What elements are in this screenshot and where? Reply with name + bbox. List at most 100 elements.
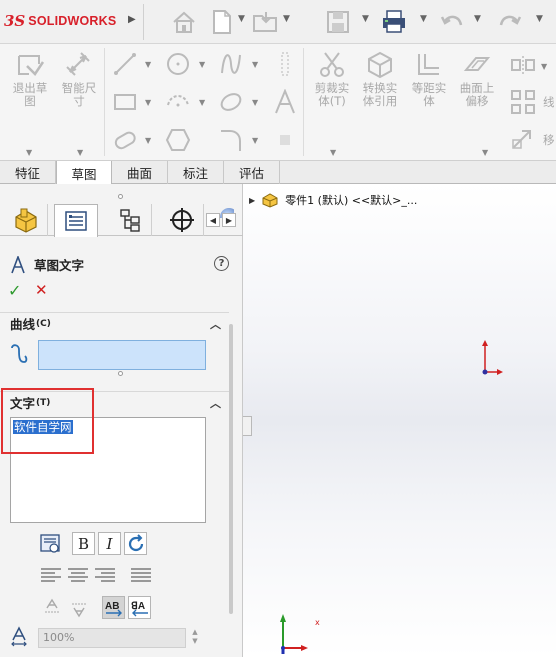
flip-vertical-down-button[interactable] [67, 596, 90, 619]
exit-sketch-button[interactable]: 退出草 图 [8, 50, 52, 108]
offset-surface-dropdown-icon[interactable]: ▼ [482, 148, 488, 157]
save-dropdown-icon[interactable]: ▼ [362, 14, 369, 24]
configuration-manager-tab[interactable] [108, 204, 152, 236]
italic-button[interactable]: I [98, 532, 121, 555]
graphics-area[interactable]: ▶ 零件1 (默认) <<默认>_... x [243, 184, 556, 657]
offset-on-surface-button[interactable]: 曲面上 偏移 [454, 50, 500, 108]
link-to-property-button[interactable] [38, 532, 61, 555]
align-left-button[interactable] [41, 566, 61, 584]
arc-icon[interactable] [163, 88, 193, 116]
tab-surfaces[interactable]: 曲面 [112, 161, 168, 184]
redo-dropdown-icon[interactable]: ▼ [536, 14, 543, 24]
fillet-icon[interactable] [216, 126, 246, 154]
list-resize-handle[interactable] [118, 371, 123, 376]
undo-icon[interactable] [436, 6, 468, 38]
circle-icon[interactable] [163, 50, 193, 78]
move-entities-icon[interactable] [508, 124, 538, 152]
ds-logo-icon: 3S [4, 12, 26, 30]
rotate-button[interactable] [124, 532, 147, 555]
curves-group-header[interactable]: 曲线 (C) ︿ [0, 312, 229, 334]
trim-dropdown-icon[interactable]: ▼ [330, 148, 336, 157]
fillet-dropdown-icon[interactable]: ▼ [252, 136, 258, 145]
redo-icon[interactable] [494, 6, 526, 38]
help-icon[interactable]: ? [214, 256, 229, 271]
tab-markup[interactable]: 标注 [168, 161, 224, 184]
command-manager-tabs: 特征 草图 曲面 标注 评估 [0, 161, 556, 185]
feature-tree-flyout[interactable]: ▶ 零件1 (默认) <<默认>_... [249, 192, 417, 208]
line-icon[interactable] [110, 50, 140, 78]
plane-icon[interactable] [270, 126, 300, 154]
trim-entities-button[interactable]: 剪裁实 体(T) [309, 50, 355, 108]
new-document-icon[interactable] [206, 6, 238, 38]
smart-dimension-button[interactable]: 智能尺 寸 [57, 50, 101, 108]
convert-entities-button[interactable]: 转换实 体引用 [357, 50, 403, 108]
linear-pattern-icon[interactable] [508, 88, 538, 116]
manager-tabs: ◀ ▶ [0, 204, 243, 237]
collapse-up-icon[interactable]: ︿ [210, 316, 221, 332]
print-dropdown-icon[interactable]: ▼ [420, 14, 427, 24]
ok-button[interactable]: ✓ [8, 281, 21, 300]
tab-scroll-left-icon[interactable]: ◀ [206, 213, 220, 227]
bold-button[interactable]: B [72, 532, 95, 555]
point-icon[interactable] [270, 50, 300, 78]
undo-dropdown-icon[interactable]: ▼ [474, 14, 481, 24]
sketch-origin-icon [482, 340, 503, 375]
width-factor-spinner[interactable]: ▲ ▼ [189, 628, 201, 648]
offset-label: 等距实 体 [411, 81, 447, 108]
solidworks-logo[interactable]: 3S SOLIDWORKS [4, 10, 116, 32]
line-dropdown-icon[interactable]: ▼ [145, 60, 151, 69]
save-icon[interactable] [322, 6, 354, 38]
rectangle-dropdown-icon[interactable]: ▼ [145, 98, 151, 107]
flip-horizontal-button[interactable]: AB [102, 596, 125, 619]
sketch-text-icon [11, 255, 25, 273]
slot-icon[interactable] [110, 126, 140, 154]
mirror-dropdown-icon[interactable]: ▼ [541, 62, 547, 71]
sketch-text-icon[interactable] [270, 88, 300, 116]
linear-pattern-label: 线 [543, 95, 555, 109]
exit-sketch-dropdown-icon[interactable]: ▼ [26, 148, 32, 157]
curves-group-title: 曲线 [10, 317, 36, 332]
align-right-button[interactable] [95, 566, 115, 584]
home-icon[interactable] [168, 6, 200, 38]
arc-dropdown-icon[interactable]: ▼ [199, 98, 205, 107]
print-icon[interactable] [378, 6, 410, 38]
ellipse-dropdown-icon[interactable]: ▼ [252, 98, 258, 107]
align-center-button[interactable] [68, 566, 88, 584]
panel-collapse-handle[interactable] [243, 416, 252, 436]
svg-text:ꓭA: ꓭA [131, 601, 145, 612]
panel-splitter[interactable] [118, 194, 123, 199]
spline-dropdown-icon[interactable]: ▼ [252, 60, 258, 69]
polygon-icon[interactable] [163, 126, 193, 154]
tab-scroll-right-icon[interactable]: ▶ [222, 213, 236, 227]
panel-scrollbar[interactable] [229, 324, 233, 614]
new-dropdown-icon[interactable]: ▼ [238, 14, 245, 24]
flip-horizontal-reverse-button[interactable]: ꓭA [128, 596, 151, 619]
curves-selection-box[interactable] [38, 340, 206, 370]
cancel-button[interactable]: ✕ [35, 281, 48, 299]
tab-sketch[interactable]: 草图 [56, 161, 112, 185]
flip-vertical-button[interactable] [40, 596, 63, 619]
collapse-up-icon[interactable]: ︿ [210, 395, 221, 411]
configuration-tree-icon [119, 209, 140, 232]
mirror-icon[interactable] [508, 52, 538, 80]
dimxpert-tab[interactable] [160, 204, 204, 236]
feature-manager-tab[interactable] [4, 204, 48, 236]
open-folder-icon[interactable] [250, 6, 282, 38]
property-manager-tab[interactable] [54, 204, 98, 237]
smart-dimension-dropdown-icon[interactable]: ▼ [77, 148, 83, 157]
width-factor-field[interactable]: 100% [38, 628, 186, 648]
circle-dropdown-icon[interactable]: ▼ [199, 60, 205, 69]
slot-dropdown-icon[interactable]: ▼ [145, 136, 151, 145]
open-dropdown-icon[interactable]: ▼ [283, 14, 290, 24]
rectangle-icon[interactable] [110, 88, 140, 116]
ribbon-divider [104, 48, 105, 156]
justify-button[interactable] [131, 566, 151, 584]
menu-expand-icon[interactable]: ▶ [128, 14, 136, 25]
spline-icon[interactable] [216, 50, 246, 78]
expand-icon[interactable]: ▶ [249, 196, 255, 205]
tab-label: 曲面 [126, 166, 152, 181]
tab-evaluate[interactable]: 评估 [224, 161, 280, 184]
offset-entities-button[interactable]: 等距实 体 [406, 50, 452, 108]
tab-features[interactable]: 特征 [0, 161, 56, 184]
ellipse-icon[interactable] [216, 88, 246, 116]
